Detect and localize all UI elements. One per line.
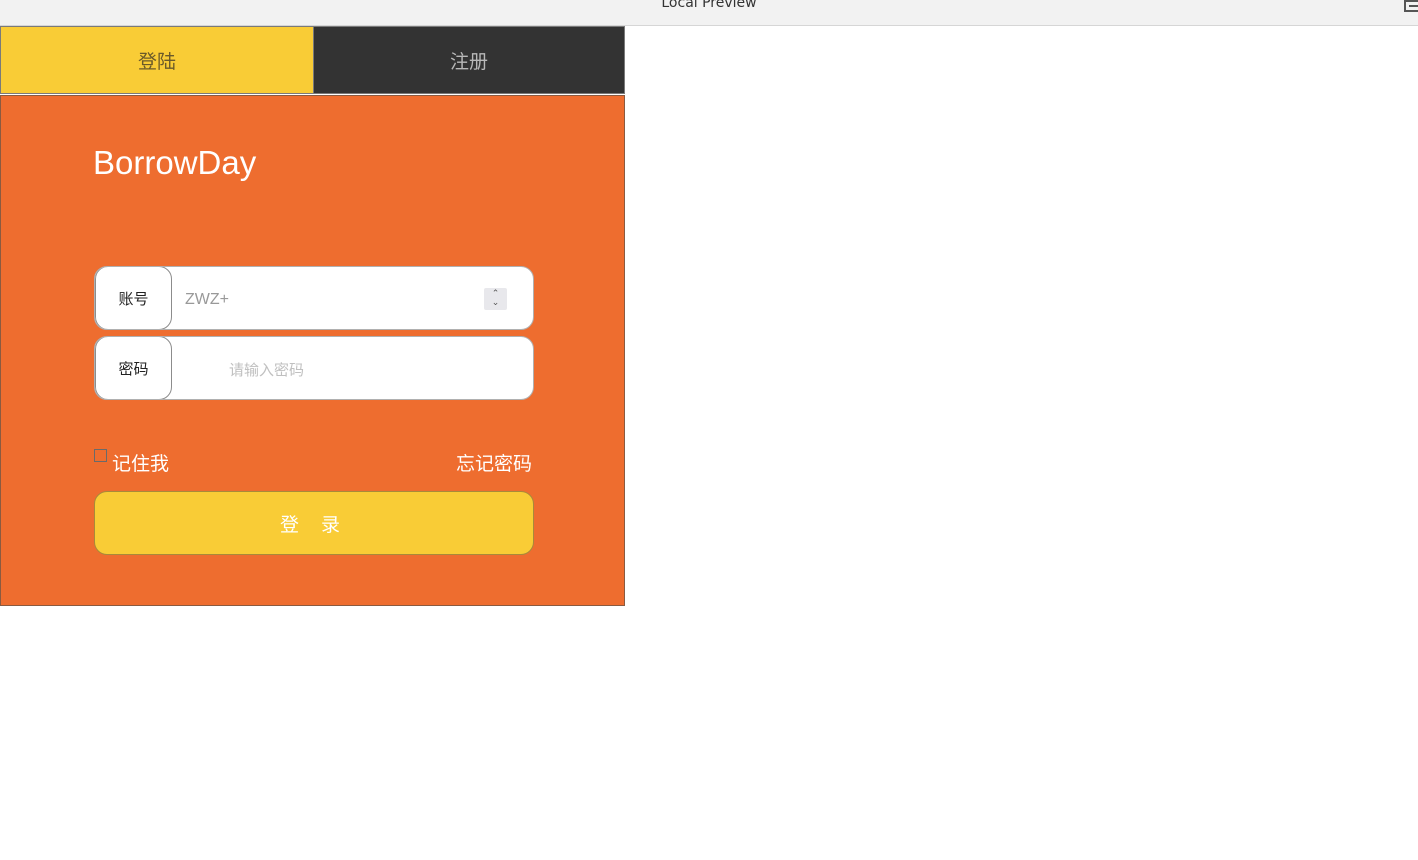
forgot-password-link[interactable]: 忘记密码 — [456, 449, 532, 476]
tab-login[interactable]: 登陆 — [0, 26, 314, 94]
number-spinner-icon[interactable]: ⌃ ⌄ — [484, 288, 507, 310]
password-input[interactable] — [227, 354, 521, 386]
brand-title: BorrowDay — [93, 144, 257, 181]
window-title: Local Preview — [661, 0, 757, 11]
auth-panel: 登陆 注册 BorrowDay 账号 ⌃ ⌄ 密码 记住我 忘记密码 登 录 — [0, 26, 625, 606]
account-label: 账号 — [95, 267, 172, 329]
account-field: 账号 ⌃ ⌄ — [94, 266, 534, 330]
login-form: BorrowDay 账号 ⌃ ⌄ 密码 记住我 忘记密码 登 录 — [0, 95, 625, 606]
remember-label: 记住我 — [112, 453, 170, 475]
title-bar: Local Preview — [0, 0, 1418, 26]
auth-tabs: 登陆 注册 — [0, 26, 625, 96]
password-field: 密码 — [94, 336, 534, 400]
remember-me[interactable]: 记住我 — [94, 449, 169, 476]
password-label: 密码 — [95, 337, 172, 399]
login-button[interactable]: 登 录 — [94, 491, 534, 555]
chevron-down-icon[interactable]: ⌄ — [492, 299, 500, 308]
menu-icon[interactable] — [1404, 0, 1418, 12]
account-input[interactable] — [183, 284, 477, 316]
tab-register[interactable]: 注册 — [313, 26, 625, 94]
remember-checkbox[interactable] — [94, 449, 107, 462]
